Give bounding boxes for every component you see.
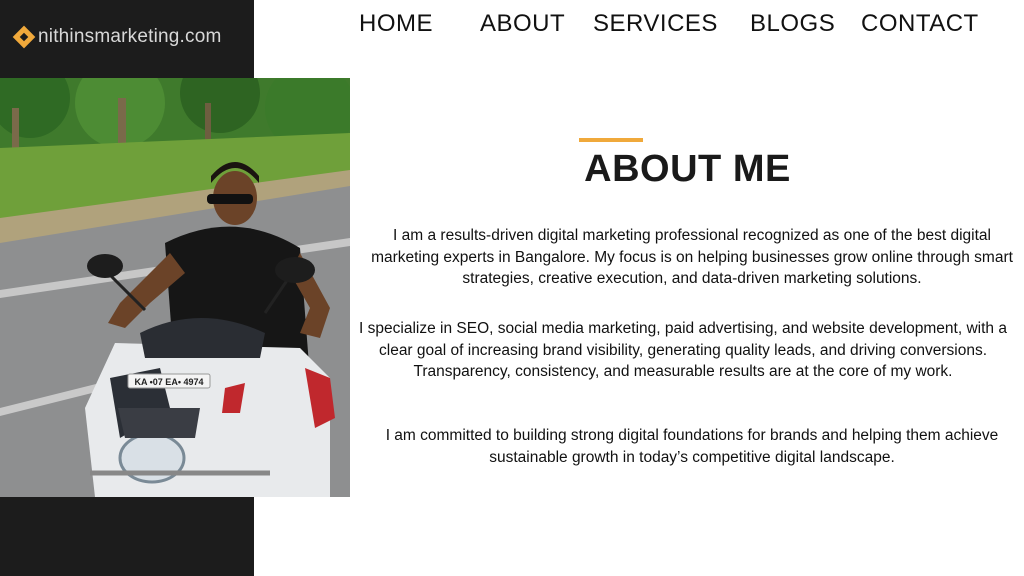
nav-services-link[interactable]: SERVICES bbox=[593, 10, 718, 38]
number-plate-text: KA •07 EA• 4974 bbox=[134, 377, 203, 387]
sidebar-bottom-panel bbox=[0, 497, 254, 576]
diamond-logo-icon bbox=[12, 25, 36, 49]
nav-contact-link[interactable]: CONTACT bbox=[861, 10, 979, 38]
title-accent-bar bbox=[579, 138, 643, 142]
brand-name: nithinsmarketing.com bbox=[38, 26, 222, 47]
about-title: ABOUT ME bbox=[584, 148, 791, 190]
nav-about-link[interactable]: ABOUT bbox=[480, 10, 565, 38]
profile-photo: KA •07 EA• 4974 bbox=[0, 78, 350, 497]
about-paragraph-2: I specialize in SEO, social media market… bbox=[359, 320, 1007, 381]
nav-home-link[interactable]: HOME bbox=[359, 10, 433, 38]
about-paragraph-1: I am a results-driven digital marketing … bbox=[371, 227, 1013, 288]
brand-logo[interactable]: nithinsmarketing.com bbox=[12, 25, 222, 49]
nav-blogs-link[interactable]: BLOGS bbox=[750, 10, 835, 38]
about-paragraph-3: I am committed to building strong digita… bbox=[385, 427, 999, 466]
